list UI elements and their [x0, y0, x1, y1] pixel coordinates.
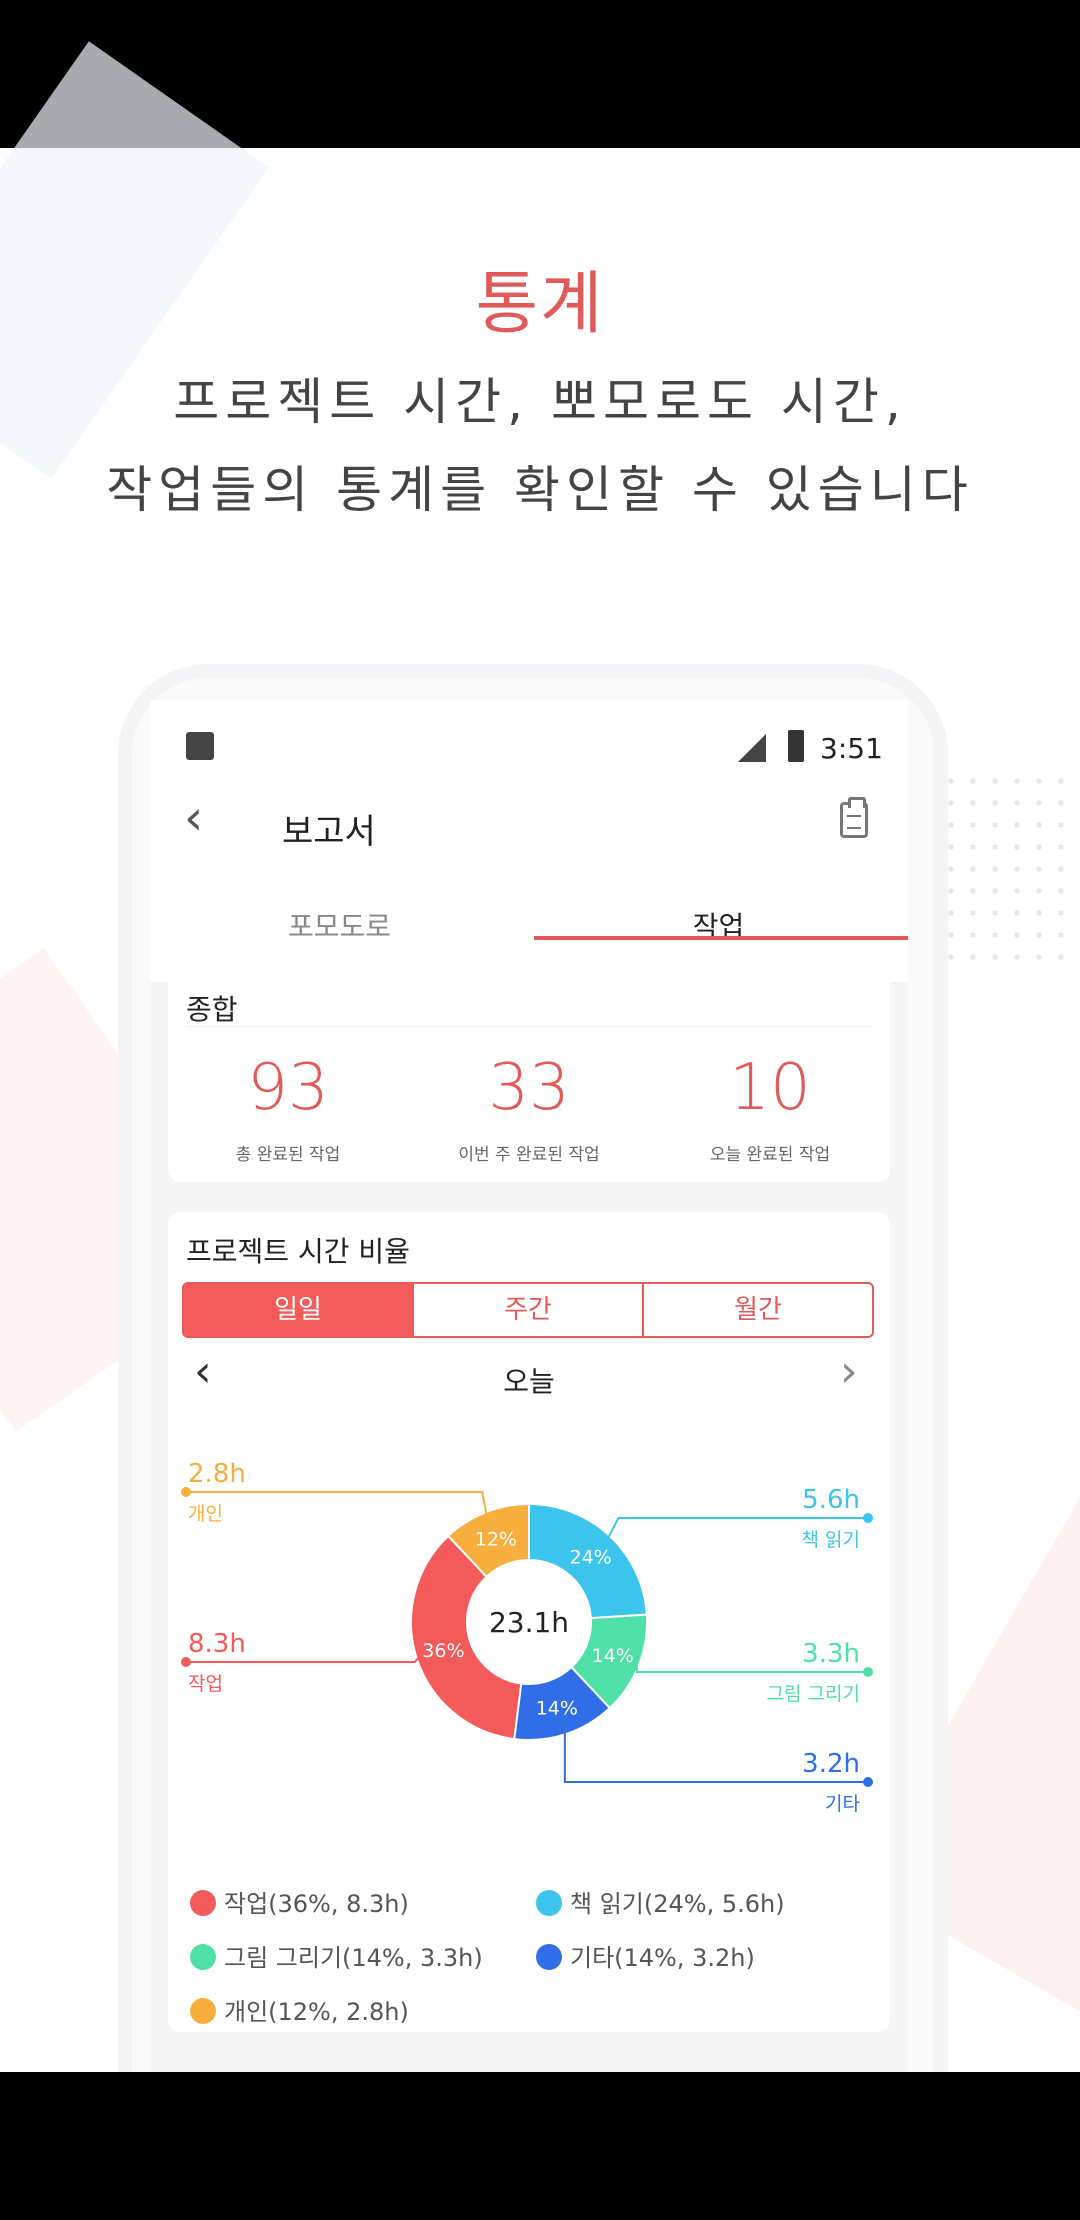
donut-center-total: 23.1h — [489, 1606, 569, 1639]
legend-item: 작업(36%, 8.3h) — [190, 1884, 409, 1919]
hero-title: 통계 — [475, 265, 605, 344]
segment-monthly[interactable]: 월간 — [642, 1284, 872, 1336]
battery-icon — [788, 730, 804, 762]
leader-line — [186, 1491, 488, 1515]
status-bar: 3:51 — [150, 700, 908, 772]
legend-label: 기타(14%, 3.2h) — [570, 1944, 755, 1972]
slice-percent-label: 14% — [592, 1645, 634, 1667]
dot-pattern-decoration — [940, 770, 1070, 970]
slice-percent-label: 24% — [569, 1546, 611, 1568]
chevron-left-icon[interactable]: ‹ — [184, 794, 203, 842]
slice-hours-label: 5.6h — [802, 1485, 860, 1515]
slice-percent-label: 36% — [422, 1640, 464, 1662]
project-time-title: 프로젝트 시간 비율 — [186, 1235, 410, 1268]
tab-tasks[interactable]: 작업 — [529, 882, 908, 982]
stat-total-completed: 93 총 완료된 작업 — [168, 1050, 408, 1165]
hero-subtitle-line-2: 작업들의 통계를 확인할 수 있습니다 — [106, 461, 974, 519]
hero-subtitle-line-1: 프로젝트 시간, 뽀모로도 시간, — [173, 373, 907, 431]
tab-pomodoro[interactable]: 포모도로 — [150, 882, 529, 982]
divider — [186, 1026, 872, 1027]
slice-hours-label: 2.8h — [188, 1459, 246, 1489]
legend-dot-icon — [536, 1890, 562, 1916]
slice-hours-label: 3.2h — [802, 1749, 860, 1779]
stat-label: 이번 주 완료된 작업 — [458, 1145, 600, 1165]
stat-value: 93 — [247, 1051, 329, 1125]
segment-weekly[interactable]: 주간 — [412, 1284, 642, 1336]
leader-dot — [863, 1777, 873, 1787]
donut-chart: 24% 5.6h 책 읽기 14% 3.3h 그림 그리기 14% 3.2h 기타 36% 8.3h… — [181, 1459, 873, 1815]
phone-screen: 3:51 ‹ 보고서 포모도로 작업 종합 93 총 완료된 작업 33 이번 … — [150, 700, 908, 2072]
active-tab-indicator — [534, 936, 908, 940]
leader-dot — [863, 1513, 873, 1523]
legend-item: 그림 그리기(14%, 3.3h) — [190, 1938, 483, 1973]
tab-bar: 포모도로 작업 — [150, 882, 908, 982]
legend-item: 책 읽기(24%, 5.6h) — [536, 1884, 785, 1919]
stat-value: 33 — [488, 1051, 570, 1125]
summary-card: 종합 93 총 완료된 작업 33 이번 주 완료된 작업 10 오늘 완료된 … — [168, 970, 890, 1182]
slice-name-label: 그림 그리기 — [767, 1683, 860, 1705]
legend-label: 책 읽기(24%, 5.6h) — [570, 1890, 785, 1918]
slice-percent-label: 12% — [475, 1528, 517, 1550]
project-time-card: 프로젝트 시간 비율 일일 주간 월간 ‹ 오늘 › 24% 5.6h 책 읽기 14… — [168, 1212, 890, 2032]
slice-name-label: 개인 — [188, 1503, 223, 1525]
slice-hours-label: 8.3h — [188, 1629, 246, 1659]
legend-item: 개인(12%, 2.8h) — [190, 1992, 409, 2027]
stat-week-completed: 33 이번 주 완료된 작업 — [409, 1050, 649, 1165]
bottom-black-band — [0, 2072, 1080, 2220]
signal-icon — [738, 734, 766, 762]
top-black-band — [0, 0, 1080, 148]
legend-dot-icon — [190, 1944, 216, 1970]
legend-label: 그림 그리기(14%, 3.3h) — [224, 1944, 483, 1972]
stat-value: 10 — [729, 1051, 811, 1125]
leader-dot — [863, 1667, 873, 1677]
slice-name-label: 기타 — [825, 1793, 860, 1815]
legend-label: 작업(36%, 8.3h) — [224, 1890, 409, 1918]
summary-title: 종합 — [186, 993, 238, 1026]
legend-dot-icon — [190, 1890, 216, 1916]
clipboard-icon[interactable] — [840, 797, 868, 838]
stat-label: 총 완료된 작업 — [235, 1145, 341, 1165]
app-bar: ‹ 보고서 — [150, 772, 908, 882]
slice-name-label: 작업 — [188, 1673, 223, 1695]
date-label: 오늘 — [503, 1365, 555, 1398]
page-title: 보고서 — [282, 812, 376, 852]
segment-daily[interactable]: 일일 — [184, 1284, 412, 1336]
slice-percent-label: 14% — [536, 1698, 578, 1720]
date-navigator: ‹ 오늘 › — [168, 1350, 890, 1410]
chevron-right-icon[interactable]: › — [840, 1350, 858, 1394]
legend-item: 기타(14%, 3.2h) — [536, 1938, 755, 1973]
legend-label: 개인(12%, 2.8h) — [224, 1998, 409, 2026]
slice-name-label: 책 읽기 — [802, 1529, 860, 1551]
period-segmented-control: 일일 주간 월간 — [182, 1282, 874, 1338]
stat-label: 오늘 완료된 작업 — [709, 1145, 831, 1165]
legend-dot-icon — [190, 1998, 216, 2024]
app-icon — [186, 732, 214, 760]
slice-hours-label: 3.3h — [802, 1639, 860, 1669]
legend-dot-icon — [536, 1944, 562, 1970]
status-time: 3:51 — [820, 732, 883, 765]
stat-today-completed: 10 오늘 완료된 작업 — [650, 1050, 890, 1165]
